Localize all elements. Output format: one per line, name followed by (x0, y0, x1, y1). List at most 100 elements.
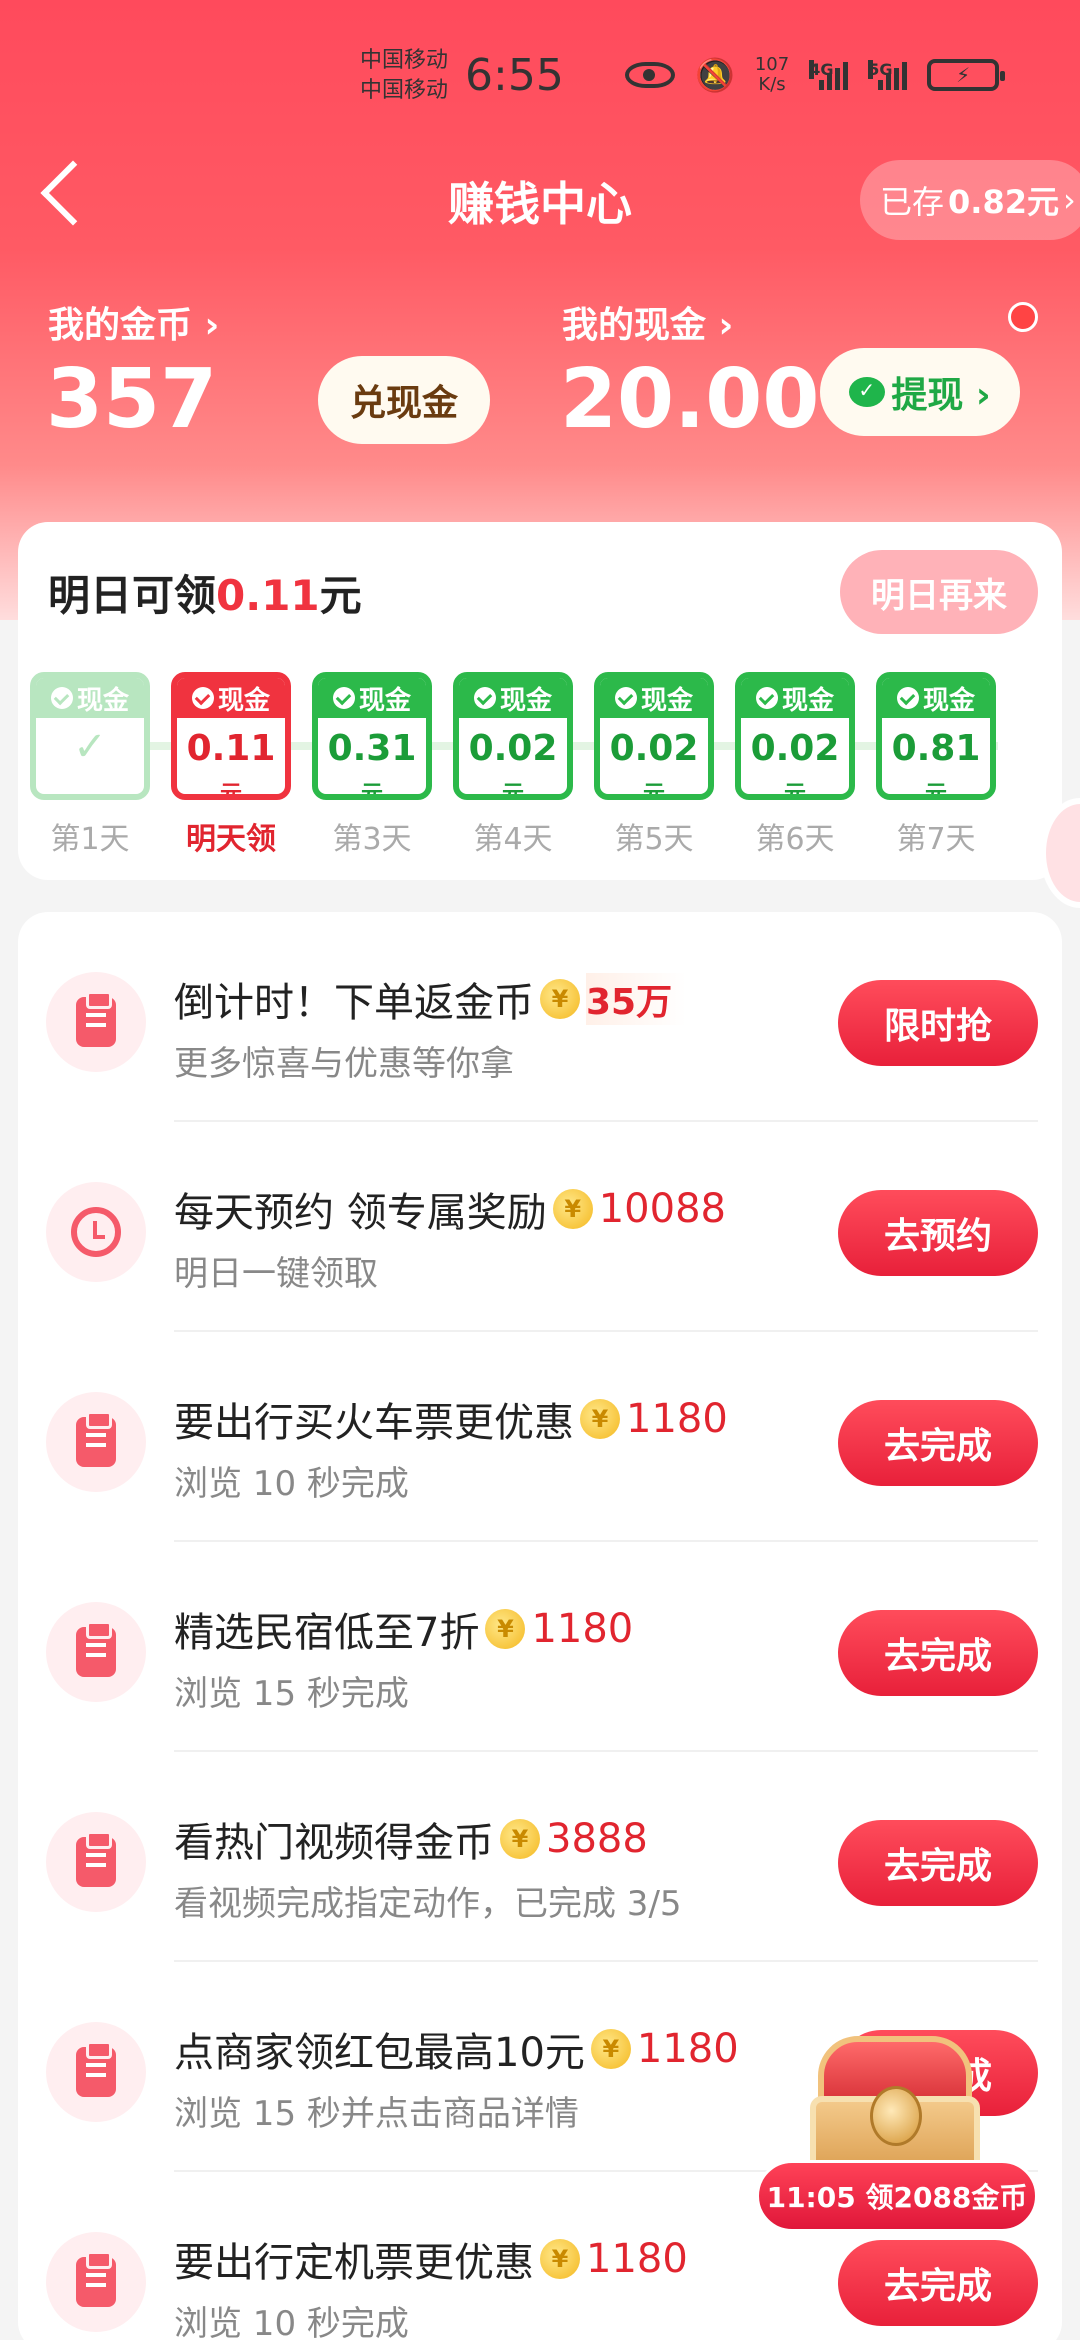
day-head: 现金 (318, 678, 426, 718)
treasure-countdown-button[interactable]: 11:05 领2088金币 (756, 2160, 1038, 2232)
bell-muted-icon: 🔕 (695, 56, 735, 94)
signal-bar (886, 74, 892, 90)
sign-day-item: 现金 0.02 元 第5天 (594, 672, 714, 858)
saved-prefix: 已存 (880, 183, 945, 221)
clock: 6:55 (465, 50, 564, 101)
task-subtitle: 更多惊喜与优惠等你拿 (174, 1044, 514, 1084)
check-circle-icon (473, 687, 496, 709)
day-reward-box: 现金 0.81 元 (876, 672, 996, 800)
chest-lock (870, 2086, 922, 2146)
clipboard-icon (76, 1411, 116, 1467)
task-icon (46, 1602, 146, 1702)
day-value-unit: 元 (924, 782, 947, 800)
task-row: 精选民宿低至7折 ¥1180 浏览 15 秒完成 去完成 (18, 1542, 1062, 1752)
check-circle-icon (614, 687, 637, 709)
task-title: 每天预约 领专属奖励 ¥10088 (174, 1180, 726, 1238)
alarm-clock-icon (71, 1207, 121, 1257)
day-head-label: 现金 (499, 685, 552, 716)
task-reward: 1180 (636, 2026, 739, 2072)
saved-amount-chip[interactable]: 已存 0.82元 › (860, 160, 1080, 240)
day-reward-box: 现金 0.02 元 (453, 672, 573, 800)
task-action-button[interactable]: 去完成 (838, 1820, 1038, 1906)
task-title-text: 要出行买火车票更优惠 (174, 1400, 574, 1446)
task-subtitle: 浏览 15 秒完成 (174, 1674, 409, 1714)
day-label: 第6天 (755, 822, 835, 857)
day-value: 0.31 元 (318, 718, 426, 794)
task-icon (46, 2232, 146, 2332)
task-title-text: 每天预约 领专属奖励 (174, 1190, 547, 1236)
carrier-names: 中国移动 中国移动 (360, 46, 448, 106)
sign-title-amount: 0.11 (216, 571, 320, 620)
day-head: 现金 (741, 678, 849, 718)
day-value: 0.11 元 (177, 718, 285, 794)
sign-in-title: 明日可领0.11元 (48, 562, 362, 623)
day-value-unit: 元 (501, 782, 524, 800)
day-value-number: 0.11 (186, 728, 276, 769)
day-head-label: 现金 (76, 685, 129, 716)
day-head: 现金 (882, 678, 990, 718)
sign-day-item: 现金 0.02 元 第4天 (453, 672, 573, 858)
sign-day-item: 现金 0.11 元 明天领 (171, 672, 291, 858)
day-head: 现金 (459, 678, 567, 718)
sign-in-card: 明日可领0.11元 明日再来 现金 ✓ 第1天 现金 0.11元 明天领 现金 0.31元 第3… (18, 522, 1062, 880)
task-row: 每天预约 领专属奖励 ¥10088 明日一键领取 去预约 (18, 1122, 1062, 1332)
day-value-number: 0.02 (468, 728, 558, 769)
net-label-4g: 4G (809, 60, 834, 79)
signal-bar (819, 80, 825, 90)
day-head-label: 现金 (640, 685, 693, 716)
coin-icon: ¥ (485, 1609, 526, 1649)
task-reward: 10088 (598, 1186, 726, 1232)
exchange-cash-button[interactable]: 兑现金 (318, 356, 490, 444)
task-icon (46, 1812, 146, 1912)
task-title: 点商家领红包最高10元 ¥1180 (174, 2020, 739, 2078)
day-label: 第1天 (50, 822, 130, 857)
day-head-label: 现金 (358, 685, 411, 716)
day-head: 现金 (177, 678, 285, 718)
coin-icon: ¥ (540, 979, 580, 1019)
day-value-number: 0.31 (327, 728, 417, 769)
task-action-button[interactable]: 去完成 (838, 2240, 1038, 2326)
day-value-number: 0.81 (891, 728, 981, 769)
signal-5g-icon: 5G (868, 60, 908, 90)
day-reward-box: 现金 0.31 元 (312, 672, 432, 800)
sign-title-prefix: 明日可领 (48, 571, 217, 620)
coin-icon: ¥ (540, 2239, 580, 2279)
task-title-text: 点商家领红包最高10元 (174, 2030, 585, 2076)
task-subtitle: 看视频完成指定动作，已完成 3/5 (174, 1884, 682, 1924)
my-cash-link[interactable]: 我的现金 › (562, 296, 733, 348)
task-title: 精选民宿低至7折 ¥1180 (174, 1600, 633, 1658)
task-icon (46, 2022, 146, 2122)
task-action-button[interactable]: 限时抢 (838, 980, 1038, 1066)
day-head-label: 现金 (922, 685, 975, 716)
task-action-button[interactable]: 去预约 (838, 1190, 1038, 1276)
day-label: 第5天 (614, 822, 694, 857)
day-value-number: ✓ (73, 724, 107, 770)
clipboard-icon (76, 1621, 116, 1677)
task-action-button[interactable]: 去完成 (838, 1400, 1038, 1486)
task-title: 要出行买火车票更优惠 ¥1180 (174, 1390, 728, 1448)
clipboard-icon (76, 2251, 116, 2307)
task-reward: 1180 (531, 1606, 634, 1652)
day-label: 第3天 (332, 822, 412, 857)
task-row: 倒计时！下单返金币 ¥35万 更多惊喜与优惠等你拿 限时抢 (18, 912, 1062, 1122)
cash-value: 20.00 (560, 352, 820, 447)
withdraw-label: 提现 › (891, 375, 991, 416)
day-label: 第7天 (896, 822, 976, 857)
net-label-5g: 5G (868, 60, 893, 79)
day-head: 现金 (600, 678, 708, 718)
signal-bar (843, 62, 849, 90)
check-circle-icon (896, 687, 919, 709)
task-reward: 1180 (626, 1396, 728, 1442)
day-reward-box: 现金 ✓ (30, 672, 150, 800)
task-action-button[interactable]: 去完成 (838, 1610, 1038, 1696)
withdraw-button[interactable]: 提现 › (820, 348, 1020, 436)
status-bar: 中国移动 中国移动 6:55 🔕 107 K/s 4G 5G ⚡ (0, 0, 1080, 150)
sign-day-item: 现金 0.31 元第3天 (312, 672, 432, 858)
come-back-tomorrow-button[interactable]: 明日再来 (840, 550, 1038, 634)
my-coins-link[interactable]: 我的金币 › (48, 296, 219, 348)
task-row: 要出行买火车票更优惠 ¥1180 浏览 10 秒完成 去完成 (18, 1332, 1062, 1542)
carrier-2: 中国移动 (360, 78, 449, 103)
signal-bar (835, 68, 841, 90)
task-icon (46, 1392, 146, 1492)
day-value: 0.81 元 (882, 718, 990, 800)
